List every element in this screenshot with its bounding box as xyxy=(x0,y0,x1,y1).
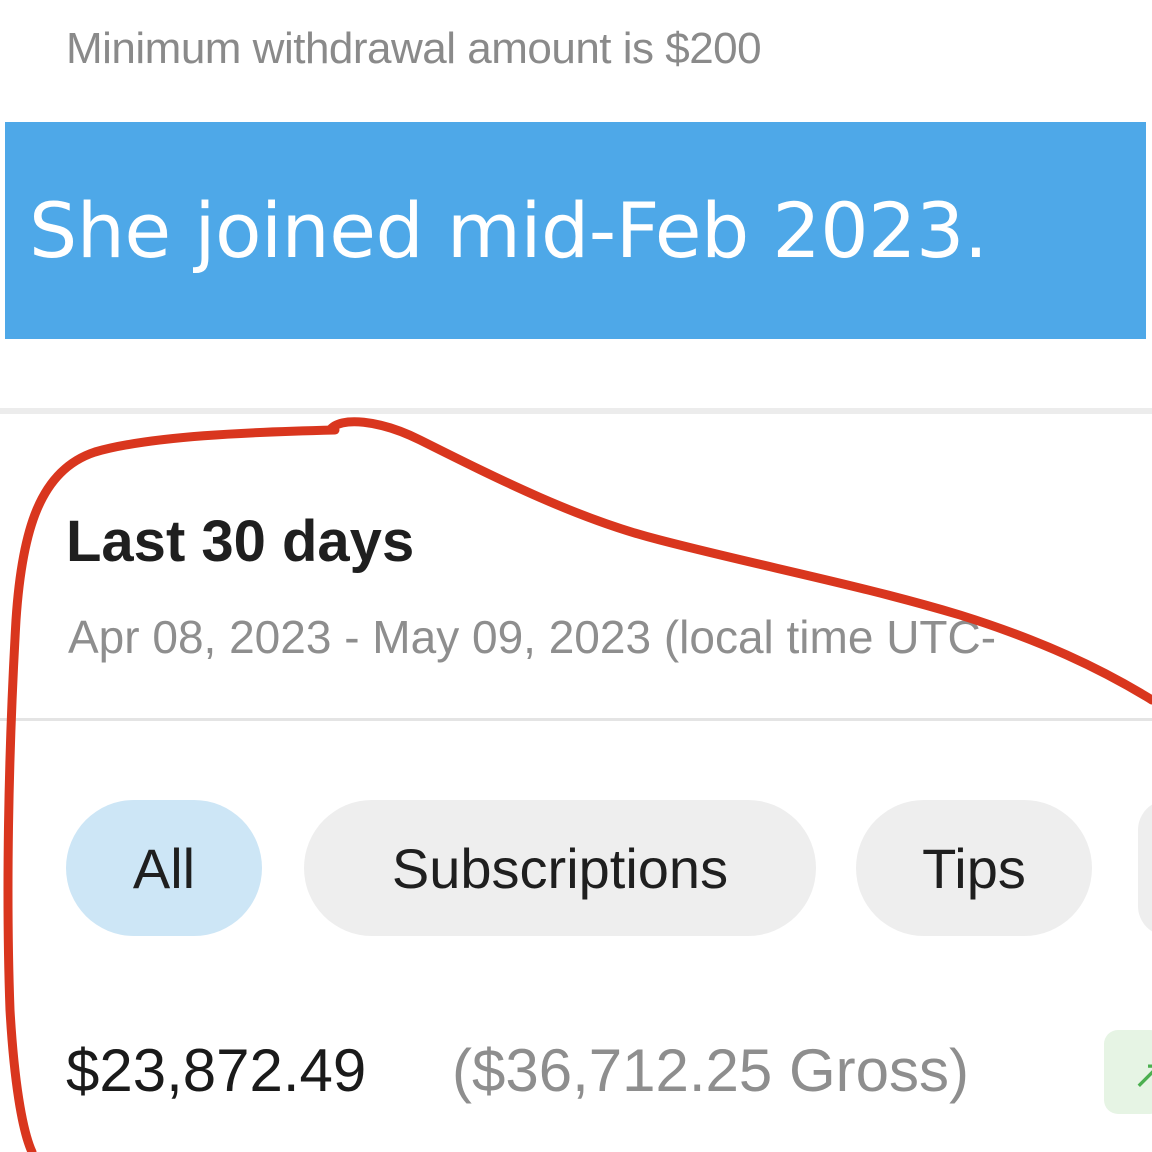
gross-earnings-total: ($36,712.25 Gross) xyxy=(452,1037,969,1104)
trend-badge: ↗ xyxy=(1104,1030,1152,1114)
filter-chip-label: All xyxy=(132,836,196,900)
earnings-period-title: Last 30 days xyxy=(66,509,415,574)
net-earnings-total: $23,872.49 xyxy=(66,1037,367,1104)
earnings-date-range: Apr 08, 2023 - May 09, 2023 (local time … xyxy=(68,611,997,663)
minimum-withdrawal-text: Minimum withdrawal amount is $200 xyxy=(66,24,762,73)
section-divider xyxy=(0,408,1152,414)
caption-text: She joined mid-Feb 2023. xyxy=(29,186,988,275)
trend-up-icon: ↗ xyxy=(1132,1053,1152,1097)
filter-chip-all[interactable]: All xyxy=(66,800,262,936)
filter-chip-more[interactable] xyxy=(1138,800,1152,936)
filter-chip-tips[interactable]: Tips xyxy=(856,800,1092,936)
filter-chip-subscriptions[interactable]: Subscriptions xyxy=(304,800,816,936)
filter-divider xyxy=(0,718,1152,721)
filter-chip-label: Tips xyxy=(922,836,1026,900)
caption-banner: She joined mid-Feb 2023. xyxy=(5,122,1146,339)
filter-chip-label: Subscriptions xyxy=(391,836,729,900)
